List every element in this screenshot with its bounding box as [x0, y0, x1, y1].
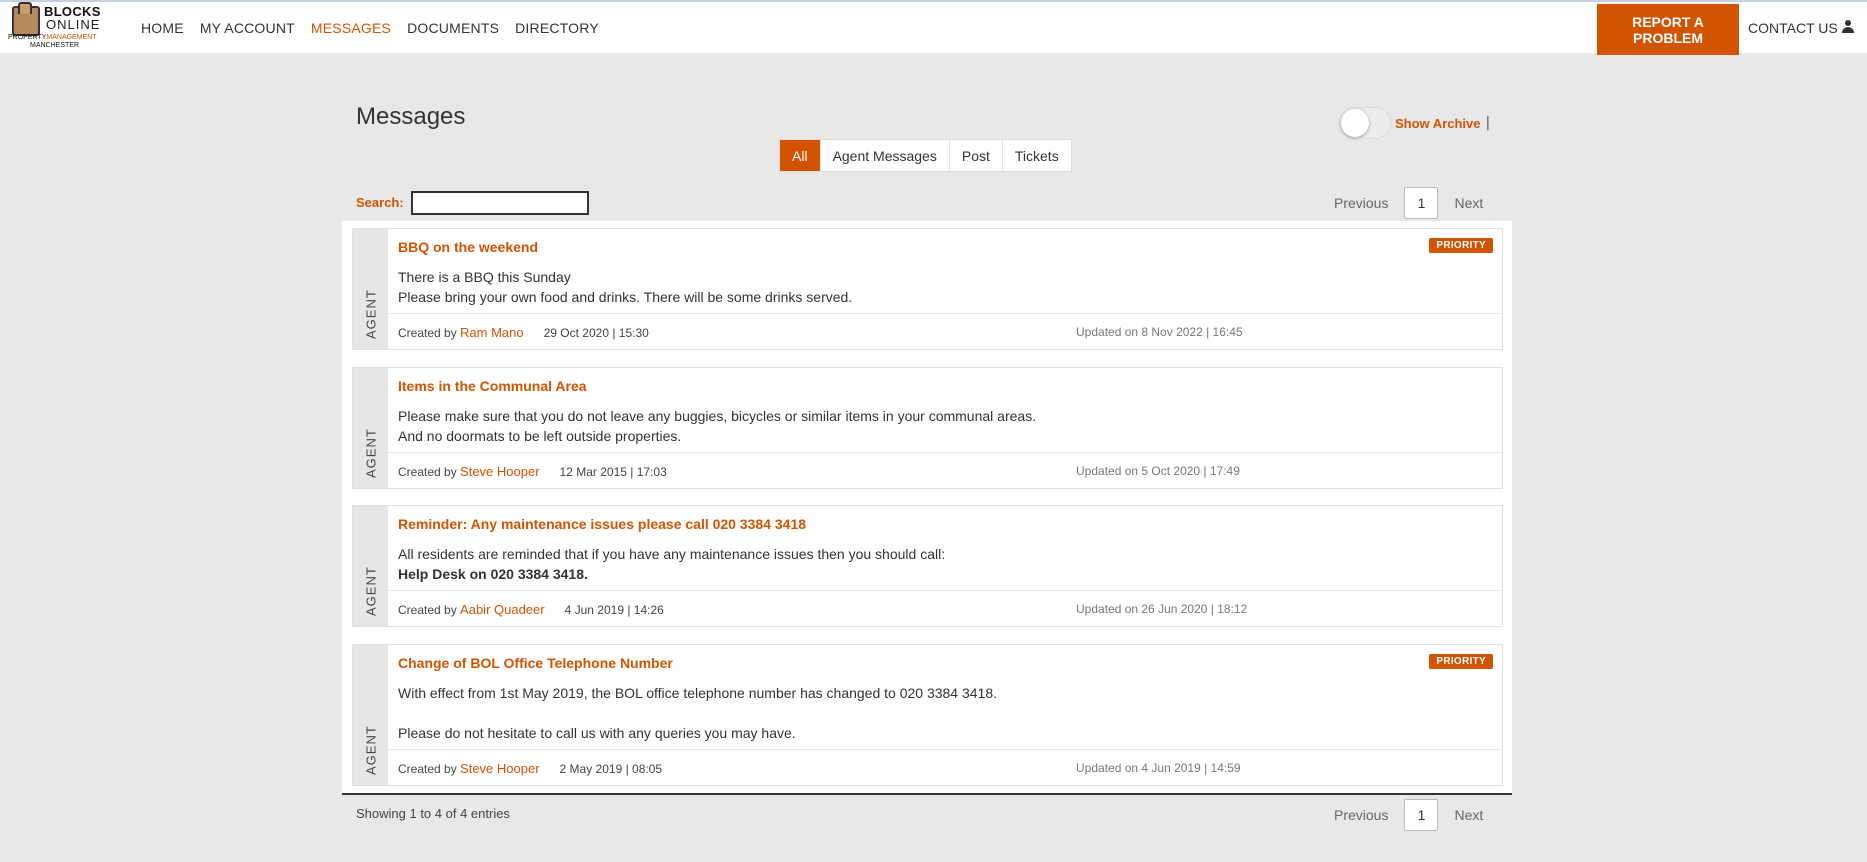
message-footer: Created by Aabir Quadeer 4 Jun 2019 | 14:…: [388, 590, 1502, 626]
created-prefix: Created by: [398, 465, 457, 479]
message-line: Help Desk on 020 3384 3418.: [398, 566, 588, 582]
message-type-strip: AGENT: [353, 645, 388, 785]
logo-tagline-property: PROPERTY: [8, 34, 47, 41]
priority-badge: PRIORITY: [1429, 238, 1493, 253]
page-title: Messages: [356, 103, 466, 130]
message-line: All residents are reminded that if you h…: [398, 546, 946, 562]
message-text: With effect from 1st May 2019, the BOL o…: [398, 683, 997, 743]
logo-tagline: PROPERTYMANAGEMENT: [8, 34, 97, 41]
priority-badge: PRIORITY: [1429, 654, 1493, 669]
blocks-online-logo[interactable]: BLOCKS ONLINE PROPERTYMANAGEMENT MANCHES…: [8, 2, 101, 52]
message-footer: Created by Ram Mano 29 Oct 2020 | 15:30 U…: [388, 313, 1502, 349]
message-type-label: AGENT: [363, 566, 378, 616]
created-info: Created by Steve Hooper 2 May 2019 | 08:0…: [398, 761, 662, 776]
message-card[interactable]: AGENT Change of BOL Office Telephone Num…: [352, 644, 1503, 786]
entries-count: Showing 1 to 4 of 4 entries: [356, 806, 510, 821]
message-body: Items in the Communal Area Please make s…: [388, 368, 1502, 488]
archive-toggle[interactable]: [1339, 107, 1391, 139]
message-line: Please bring your own food and drinks. T…: [398, 289, 853, 305]
pagination-bottom: Previous 1 Next: [1334, 799, 1483, 831]
logo-tagline-management: MANAGEMENT: [46, 34, 97, 41]
author-link[interactable]: Steve Hooper: [460, 761, 540, 776]
message-title[interactable]: BBQ on the weekend: [398, 239, 538, 255]
created-date: 4 Jun 2019 | 14:26: [564, 603, 664, 617]
created-prefix: Created by: [398, 762, 457, 776]
created-info: Created by Steve Hooper 12 Mar 2015 | 17:…: [398, 464, 667, 479]
message-filter-tabs: All Agent Messages Post Tickets: [779, 139, 1072, 172]
logo-building-icon: [12, 2, 40, 36]
next-page-button[interactable]: Next: [1454, 195, 1483, 211]
updated-info: Updated on 5 Oct 2020 | 17:49: [1076, 464, 1240, 478]
show-archive-control: Show Archive |: [1339, 107, 1490, 139]
nav-my-account[interactable]: MY ACCOUNT: [200, 20, 295, 36]
nav-messages[interactable]: MESSAGES: [311, 20, 391, 36]
created-prefix: Created by: [398, 603, 457, 617]
tab-all[interactable]: All: [780, 140, 821, 171]
message-body: Reminder: Any maintenance issues please …: [388, 506, 1502, 626]
nav-directory[interactable]: DIRECTORY: [515, 20, 599, 36]
tab-agent-messages[interactable]: Agent Messages: [821, 140, 950, 171]
message-title[interactable]: Reminder: Any maintenance issues please …: [398, 516, 806, 532]
search-input[interactable]: [411, 191, 589, 215]
previous-page-button[interactable]: Previous: [1334, 807, 1388, 823]
updated-info: Updated on 4 Jun 2019 | 14:59: [1076, 761, 1241, 775]
page-number-button[interactable]: 1: [1404, 187, 1439, 219]
created-date: 2 May 2019 | 08:05: [559, 762, 663, 776]
message-line: And no doormats to be left outside prope…: [398, 428, 682, 444]
message-body: Change of BOL Office Telephone Number PR…: [388, 645, 1502, 785]
message-list: AGENT BBQ on the weekend PRIORITY There …: [342, 221, 1512, 795]
nav-documents[interactable]: DOCUMENTS: [407, 20, 499, 36]
message-footer: Created by Steve Hooper 2 May 2019 | 08:0…: [388, 749, 1502, 785]
message-card[interactable]: AGENT BBQ on the weekend PRIORITY There …: [352, 228, 1503, 350]
message-line: Please do not hesitate to call us with a…: [398, 725, 796, 741]
pagination-top: Previous 1 Next: [1334, 187, 1483, 219]
contact-us-link[interactable]: CONTACT US: [1748, 20, 1838, 36]
page-number-button[interactable]: 1: [1404, 799, 1439, 831]
search-label: Search:: [356, 195, 404, 210]
created-info: Created by Ram Mano 29 Oct 2020 | 15:30: [398, 325, 649, 340]
created-date: 29 Oct 2020 | 15:30: [543, 326, 649, 340]
nav-home[interactable]: HOME: [141, 20, 184, 36]
message-type-label: AGENT: [363, 428, 378, 478]
toggle-knob: [1341, 109, 1369, 137]
author-link[interactable]: Aabir Quadeer: [460, 602, 545, 617]
message-card[interactable]: AGENT Items in the Communal Area Please …: [352, 367, 1503, 489]
next-page-button[interactable]: Next: [1454, 807, 1483, 823]
message-line: Please make sure that you do not leave a…: [398, 408, 1037, 424]
message-type-strip: AGENT: [353, 506, 388, 626]
created-info: Created by Aabir Quadeer 4 Jun 2019 | 14:…: [398, 602, 664, 617]
updated-info: Updated on 26 Jun 2020 | 18:12: [1076, 602, 1248, 616]
report-problem-button[interactable]: REPORT A PROBLEM: [1597, 4, 1739, 55]
tab-tickets[interactable]: Tickets: [1003, 140, 1071, 171]
message-type-strip: AGENT: [353, 368, 388, 488]
logo-text-online: ONLINE: [46, 17, 101, 32]
message-card[interactable]: AGENT Reminder: Any maintenance issues p…: [352, 505, 1503, 627]
message-footer: Created by Steve Hooper 12 Mar 2015 | 17:…: [388, 452, 1502, 488]
previous-page-button[interactable]: Previous: [1334, 195, 1388, 211]
show-archive-label[interactable]: Show Archive: [1395, 116, 1480, 131]
message-title[interactable]: Change of BOL Office Telephone Number: [398, 655, 673, 671]
created-prefix: Created by: [398, 326, 457, 340]
message-text: There is a BBQ this Sunday Please bring …: [398, 267, 852, 307]
message-body: BBQ on the weekend PRIORITY There is a B…: [388, 229, 1502, 349]
logo-city: MANCHESTER: [30, 42, 80, 49]
message-text: All residents are reminded that if you h…: [398, 544, 945, 584]
message-type-strip: AGENT: [353, 229, 388, 349]
main-nav: HOME MY ACCOUNT MESSAGES DOCUMENTS DIREC…: [141, 20, 615, 36]
tab-post[interactable]: Post: [950, 140, 1003, 171]
author-link[interactable]: Ram Mano: [460, 325, 524, 340]
author-link[interactable]: Steve Hooper: [460, 464, 540, 479]
message-title[interactable]: Items in the Communal Area: [398, 378, 587, 394]
message-type-label: AGENT: [363, 289, 378, 339]
message-text: Please make sure that you do not leave a…: [398, 406, 1036, 446]
created-date: 12 Mar 2015 | 17:03: [559, 465, 667, 479]
archive-separator: |: [1485, 115, 1491, 131]
top-bar: BLOCKS ONLINE PROPERTYMANAGEMENT MANCHES…: [0, 0, 1867, 55]
updated-info: Updated on 8 Nov 2022 | 16:45: [1076, 325, 1243, 339]
message-line: There is a BBQ this Sunday: [398, 269, 571, 285]
message-type-label: AGENT: [363, 725, 378, 775]
message-line: With effect from 1st May 2019, the BOL o…: [398, 685, 998, 701]
user-icon[interactable]: [1842, 20, 1854, 34]
